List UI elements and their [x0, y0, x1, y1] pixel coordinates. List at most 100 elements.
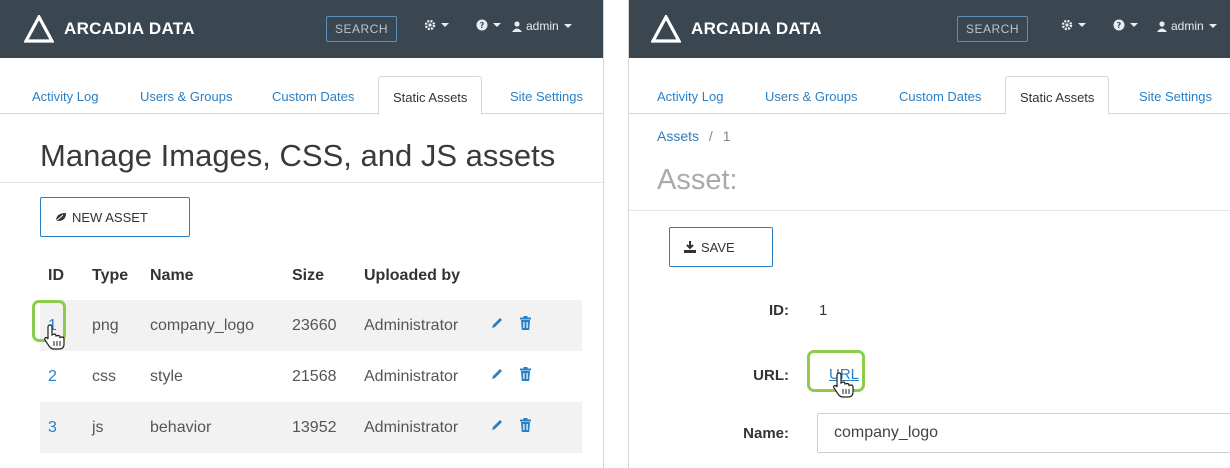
- column-header-size[interactable]: Size: [284, 252, 356, 300]
- user-name: admin: [1171, 19, 1204, 33]
- brand[interactable]: ARCADIA DATA: [24, 14, 195, 44]
- divider: [0, 182, 603, 183]
- asset-id-link[interactable]: 3: [40, 402, 84, 453]
- asset-type: css: [92, 367, 116, 385]
- brand-name: ARCADIA DATA: [64, 19, 195, 38]
- column-header-name[interactable]: Name: [142, 252, 284, 300]
- table-header-row: ID Type Name Size Uploaded by: [40, 252, 582, 300]
- admin-tabs: Activity Log Users & Groups Custom Dates…: [0, 76, 603, 115]
- download-icon: [684, 241, 696, 253]
- search-button[interactable]: SEARCH: [326, 16, 398, 42]
- gear-icon: [424, 19, 436, 31]
- settings-menu[interactable]: [424, 19, 449, 31]
- asset-size: 13952: [284, 402, 356, 453]
- asset-id-link[interactable]: 2: [40, 351, 84, 402]
- arcadia-logo-icon: [651, 15, 681, 43]
- leaf-icon: [55, 212, 67, 222]
- trash-icon[interactable]: [520, 316, 532, 335]
- asset-type: png: [84, 300, 142, 351]
- save-label: SAVE: [701, 239, 735, 255]
- asset-type: js: [84, 402, 142, 453]
- pencil-icon[interactable]: [490, 367, 504, 386]
- tab-site-settings[interactable]: Site Settings: [1125, 76, 1226, 114]
- tab-users-groups[interactable]: Users & Groups: [126, 76, 246, 114]
- brand[interactable]: ARCADIA DATA: [651, 14, 822, 44]
- search-button[interactable]: SEARCH: [957, 16, 1029, 42]
- navbar: ARCADIA DATA SEARCH ? admin: [629, 0, 1230, 58]
- navbar: ARCADIA DATA SEARCH ? admin: [0, 0, 603, 58]
- chevron-down-icon: [441, 23, 449, 27]
- row-actions: [482, 300, 582, 351]
- chevron-down-icon: [1208, 24, 1217, 28]
- chevron-down-icon: [563, 24, 572, 28]
- asset-uploaded-by: Administrator: [356, 300, 482, 351]
- asset-detail-panel: ARCADIA DATA SEARCH ? admin Activity Log…: [628, 0, 1230, 468]
- tab-static-assets[interactable]: Static Assets: [378, 76, 483, 115]
- hand-cursor-icon: [44, 324, 65, 350]
- row-actions: [482, 351, 582, 402]
- settings-menu[interactable]: [1061, 19, 1086, 31]
- arcadia-logo-icon: [24, 15, 54, 43]
- user-icon: [1157, 20, 1167, 32]
- help-menu[interactable]: ?: [1113, 19, 1138, 31]
- user-icon: [512, 20, 522, 32]
- svg-text:?: ?: [480, 21, 485, 30]
- user-menu[interactable]: admin: [1157, 19, 1217, 33]
- tab-custom-dates[interactable]: Custom Dates: [258, 76, 368, 114]
- breadcrumb-separator: /: [708, 128, 713, 144]
- tab-activity-log[interactable]: Activity Log: [643, 76, 737, 114]
- admin-tabs: Activity Log Users & Groups Custom Dates…: [629, 76, 1230, 115]
- asset-name: style: [150, 367, 183, 385]
- pencil-icon[interactable]: [490, 418, 504, 437]
- help-menu[interactable]: ?: [476, 19, 501, 31]
- svg-text:?: ?: [1117, 21, 1122, 30]
- asset-name: company_logo: [142, 300, 284, 351]
- brand-name: ARCADIA DATA: [691, 19, 822, 38]
- tab-static-assets[interactable]: Static Assets: [1005, 76, 1110, 115]
- chevron-down-icon: [1130, 23, 1138, 27]
- trash-icon[interactable]: [520, 418, 532, 437]
- asset-size: 21568: [292, 367, 337, 385]
- table-row: 1 png company_logo 23660 Administrator: [40, 300, 582, 351]
- row-actions: [482, 402, 582, 453]
- assets-table: ID Type Name Size Uploaded by 1 png comp…: [40, 252, 582, 453]
- table-row: 3 js behavior 13952 Administrator: [40, 402, 582, 453]
- breadcrumb-assets-link[interactable]: Assets: [657, 128, 699, 144]
- tab-custom-dates[interactable]: Custom Dates: [885, 76, 995, 114]
- page-title: Manage Images, CSS, and JS assets: [40, 138, 556, 173]
- asset-uploaded-by: Administrator: [364, 367, 459, 385]
- pencil-icon[interactable]: [490, 316, 504, 335]
- assets-list-panel: ARCADIA DATA SEARCH ? admin Activity Log…: [0, 0, 604, 468]
- breadcrumb-current: 1: [722, 128, 731, 144]
- table-row: 2 css style 21568 Administrator: [40, 351, 582, 402]
- panel-gap: [604, 0, 628, 468]
- user-name: admin: [526, 19, 559, 33]
- tab-activity-log[interactable]: Activity Log: [18, 76, 112, 114]
- divider: [629, 210, 1230, 211]
- asset-size: 23660: [284, 300, 356, 351]
- help-icon: ?: [476, 19, 488, 31]
- tab-users-groups[interactable]: Users & Groups: [751, 76, 871, 114]
- breadcrumb: Assets / 1: [657, 128, 730, 144]
- hand-cursor-icon: [833, 372, 854, 398]
- id-value: 1: [819, 302, 828, 319]
- chevron-down-icon: [493, 23, 501, 27]
- asset-uploaded-by: Administrator: [356, 402, 482, 453]
- url-label: URL:: [753, 367, 789, 384]
- chevron-down-icon: [1078, 23, 1086, 27]
- new-asset-label: NEW ASSET: [72, 209, 148, 225]
- column-header-type[interactable]: Type: [84, 252, 142, 300]
- trash-icon[interactable]: [520, 367, 532, 386]
- tab-site-settings[interactable]: Site Settings: [496, 76, 597, 114]
- name-label: Name:: [743, 425, 789, 442]
- column-header-id[interactable]: ID: [40, 252, 84, 300]
- column-header-uploaded-by[interactable]: Uploaded by: [356, 252, 482, 300]
- name-input[interactable]: [817, 413, 1230, 453]
- new-asset-button[interactable]: NEW ASSET: [40, 197, 190, 237]
- asset-title: Asset:: [657, 164, 738, 196]
- user-menu[interactable]: admin: [512, 19, 572, 33]
- asset-name: behavior: [142, 402, 284, 453]
- save-button[interactable]: SAVE: [669, 227, 773, 267]
- help-icon: ?: [1113, 19, 1125, 31]
- gear-icon: [1061, 19, 1073, 31]
